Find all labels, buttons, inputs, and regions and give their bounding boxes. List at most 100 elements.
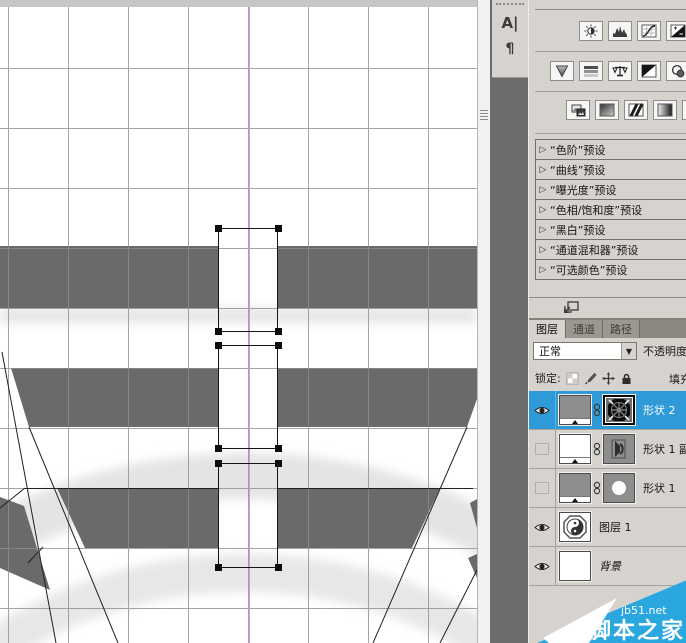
pane-divider[interactable] — [477, 0, 490, 643]
blend-mode-value: 正常 — [539, 345, 561, 358]
wheel-shape — [608, 399, 630, 421]
preset-row-exposure[interactable]: ▷ “曝光度”预设 — [536, 180, 686, 200]
disclosure-triangle-icon[interactable]: ▷ — [536, 245, 550, 255]
preset-row-channel-mixer[interactable]: ▷ “通道混和器”预设 — [536, 240, 686, 260]
lock-row: 锁定: 填充 — [529, 366, 686, 390]
blend-mode-row: 正常 ▼ 不透明度 — [529, 338, 686, 364]
disclosure-triangle-icon[interactable]: ▷ — [536, 205, 550, 215]
disclosure-triangle-icon[interactable]: ▷ — [536, 165, 550, 175]
chevron-down-icon[interactable]: ▼ — [621, 343, 636, 359]
layer-row-shape1-copy[interactable]: 形状 1 副本 — [529, 429, 686, 469]
link-icon — [593, 403, 601, 417]
posterize-icon[interactable] — [624, 100, 648, 120]
eye-icon — [534, 523, 550, 531]
opacity-label: 不透明度 — [643, 345, 686, 358]
eye-icon — [534, 406, 550, 414]
eye-empty-well — [535, 443, 549, 455]
exposure-icon[interactable] — [666, 21, 686, 41]
tab-layers[interactable]: 图层 — [529, 320, 566, 338]
disclosure-triangle-icon[interactable]: ▷ — [536, 145, 550, 155]
vector-mask-thumbnail[interactable] — [603, 434, 635, 464]
layer-thumbnail[interactable] — [559, 434, 591, 464]
document-canvas[interactable] — [0, 0, 490, 643]
character-panel-icon[interactable]: A| — [496, 11, 524, 35]
tab-channels[interactable]: 通道 — [566, 320, 603, 338]
hue-saturation-icon[interactable] — [579, 61, 603, 81]
layer-row-layer1[interactable]: 图层 1 — [529, 507, 686, 547]
preset-row-levels[interactable]: ▷ “色阶”预设 — [536, 140, 686, 160]
canvas-drawing — [0, 0, 477, 643]
lock-label: 锁定: — [535, 372, 561, 385]
eye-icon — [534, 562, 550, 570]
vector-mask-thumbnail[interactable] — [603, 473, 635, 503]
visibility-toggle[interactable] — [529, 468, 556, 508]
layer-thumbnail[interactable] — [559, 395, 591, 425]
layers-tabbar: 图层 通道 路径 — [529, 318, 686, 338]
photo-filter-icon[interactable] — [666, 61, 686, 81]
layer-name[interactable]: 图层 1 — [599, 519, 632, 535]
collapsed-panel-column: A| ¶ — [492, 0, 528, 78]
adjustments-row-3 — [566, 100, 686, 120]
curves-icon[interactable] — [637, 21, 661, 41]
partial-wheel-shape — [611, 439, 626, 459]
visibility-toggle[interactable] — [529, 429, 556, 469]
adjustments-row-2 — [550, 61, 686, 81]
black-white-icon[interactable] — [637, 61, 661, 81]
watermark-sitename: 脚本之家 — [589, 619, 686, 643]
layer-thumbnail[interactable] — [559, 512, 591, 542]
link-icon — [593, 481, 601, 495]
disclosure-triangle-icon[interactable]: ▷ — [536, 265, 550, 275]
disclosure-triangle-icon[interactable]: ▷ — [536, 185, 550, 195]
tab-paths[interactable]: 路径 — [603, 320, 640, 338]
visibility-toggle[interactable] — [529, 507, 556, 547]
brightness-contrast-icon[interactable] — [579, 21, 603, 41]
levels-icon[interactable] — [608, 21, 632, 41]
bagua-image — [563, 515, 587, 539]
layer-thumbnail[interactable] — [559, 473, 591, 503]
gradient-map-icon[interactable] — [653, 100, 677, 120]
lock-transparency-icon[interactable] — [566, 372, 579, 385]
layer-row-shape2[interactable]: 形状 2 — [529, 390, 686, 430]
link-icon — [593, 442, 601, 456]
layer-thumbnail[interactable] — [559, 551, 591, 581]
divider-grip[interactable] — [480, 108, 488, 122]
preset-row-black-white[interactable]: ▷ “黑白”预设 — [536, 220, 686, 240]
expanded-view-icon[interactable] — [562, 301, 580, 316]
blend-mode-select[interactable]: 正常 ▼ — [533, 342, 637, 360]
layer-list: 形状 2 形状 1 副本 形状 1 — [529, 390, 686, 586]
selective-color-icon[interactable] — [682, 100, 686, 120]
preset-label: “通道混和器”预设 — [550, 243, 639, 257]
preset-row-hue-saturation[interactable]: ▷ “色相/饱和度”预设 — [536, 200, 686, 220]
tabbar-spacer — [640, 320, 686, 338]
site-watermark: jb51.net 脚本之家 — [529, 580, 686, 643]
lock-all-padlock-icon[interactable] — [620, 372, 633, 385]
visibility-toggle[interactable] — [529, 390, 556, 430]
panel-dock-strip: A| ¶ — [490, 0, 528, 643]
preset-label: “色相/饱和度”预设 — [550, 203, 643, 217]
right-panel-group: ▷ “色阶”预设 ▷ “曲线”预设 ▷ “曝光度”预设 ▷ “色相/饱和度”预设 ▷ “黑… — [528, 0, 686, 643]
layer-name[interactable]: 形状 1 — [643, 480, 676, 496]
preset-row-selective-color[interactable]: ▷ “可选颜色”预设 — [536, 260, 686, 280]
dock-drag-handle[interactable] — [496, 3, 524, 9]
vibrance-icon[interactable] — [550, 61, 574, 81]
panel-divider — [535, 9, 686, 10]
disclosure-triangle-icon[interactable]: ▷ — [536, 225, 550, 235]
layer-name[interactable]: 形状 2 — [643, 402, 676, 418]
lock-image-brush-icon[interactable] — [584, 372, 597, 385]
layer-name[interactable]: 背景 — [599, 558, 621, 574]
paragraph-panel-icon[interactable]: ¶ — [496, 37, 524, 61]
color-balance-icon[interactable] — [608, 61, 632, 81]
preset-label: “可选颜色”预设 — [550, 263, 628, 277]
preset-label: “色阶”预设 — [550, 143, 606, 157]
lock-position-move-icon[interactable] — [601, 371, 615, 385]
vector-mask-thumbnail[interactable] — [603, 395, 635, 425]
row-separator — [535, 51, 686, 52]
row-separator — [535, 133, 686, 134]
channel-mixer-icon[interactable] — [566, 100, 590, 120]
layer-row-shape1[interactable]: 形状 1 — [529, 468, 686, 508]
row-separator — [535, 91, 686, 92]
layer-name[interactable]: 形状 1 副本 — [643, 441, 686, 457]
preset-row-curves[interactable]: ▷ “曲线”预设 — [536, 160, 686, 180]
invert-icon[interactable] — [595, 100, 619, 120]
circle-shape — [612, 481, 626, 495]
